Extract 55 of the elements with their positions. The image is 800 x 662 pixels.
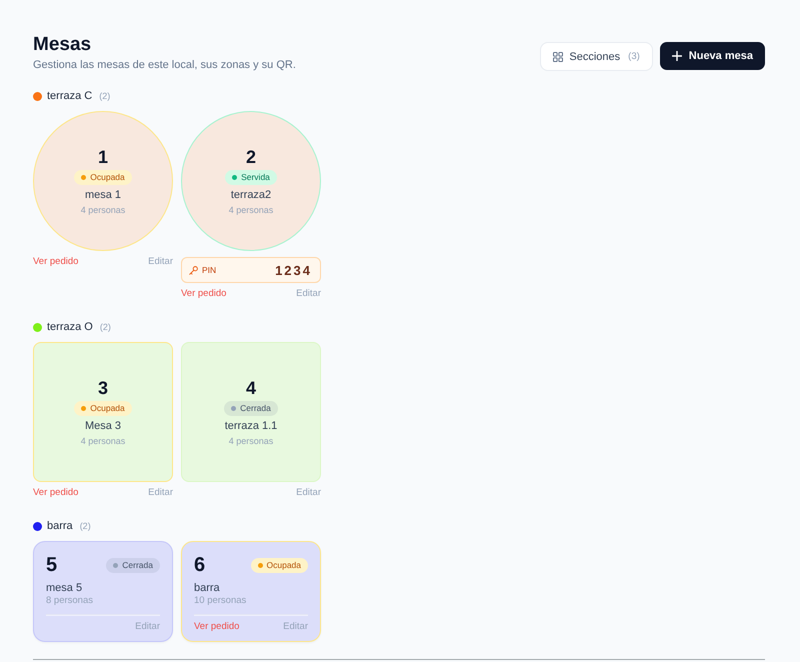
status-dot-icon xyxy=(258,562,262,568)
table-capacity: 10 personas xyxy=(194,595,248,607)
edit-link[interactable]: Editar xyxy=(135,621,160,633)
key-icon xyxy=(189,266,198,274)
sections-button[interactable]: Secciones (3) xyxy=(540,42,653,71)
view-order-link[interactable]: Ver pedido xyxy=(33,487,78,499)
edit-link[interactable]: Editar xyxy=(283,621,308,633)
table-number: 4 xyxy=(246,378,256,398)
edit-link[interactable]: Editar xyxy=(148,487,173,499)
section-count: (2) xyxy=(99,91,110,101)
table-name: mesa 5 xyxy=(46,581,84,595)
table-number: 3 xyxy=(98,378,108,398)
view-order-link[interactable]: Ver pedido xyxy=(194,621,240,633)
status-dot-icon xyxy=(232,174,238,180)
status-label: Ocupada xyxy=(90,403,125,413)
edit-link[interactable]: Editar xyxy=(148,256,173,268)
section-name: terraza C xyxy=(47,90,92,102)
status-dot-icon xyxy=(231,406,236,410)
status-dot-icon xyxy=(113,562,118,568)
section-name: barra xyxy=(47,520,73,532)
plus-icon xyxy=(672,51,682,61)
table-number: 6 xyxy=(194,553,206,577)
table-number: 5 xyxy=(46,553,58,577)
view-order-link[interactable]: Ver pedido xyxy=(181,288,226,300)
section-name: terraza O xyxy=(47,321,93,333)
grid-icon xyxy=(553,52,564,62)
edit-link[interactable]: Editar xyxy=(296,288,321,300)
table-capacity: 4 personas xyxy=(80,434,126,446)
edit-link[interactable]: Editar xyxy=(296,487,321,499)
table-capacity: 4 personas xyxy=(228,204,274,216)
pin-label: PIN xyxy=(202,265,216,275)
new-table-button[interactable]: Nueva mesa xyxy=(660,42,765,70)
page-subtitle: Gestiona las mesas de este local, sus zonas y su QR. xyxy=(33,58,296,72)
pin-code: 1234 xyxy=(275,262,312,278)
table-capacity: 4 personas xyxy=(80,204,126,216)
status-dot-icon xyxy=(81,174,86,180)
table-number: 2 xyxy=(246,146,256,166)
section-count: (2) xyxy=(100,322,111,332)
status-dot-icon xyxy=(81,406,86,410)
table-number: 1 xyxy=(98,146,108,166)
section-count: (2) xyxy=(80,521,91,531)
table-name: mesa 1 xyxy=(84,188,122,202)
table-name: terraza 1.1 xyxy=(224,418,278,432)
table-name: Mesa 3 xyxy=(84,418,122,432)
status-label: Cerrada xyxy=(240,403,271,413)
status-label: Cerrada xyxy=(122,560,153,570)
view-order-link[interactable]: Ver pedido xyxy=(33,256,78,268)
page-title: Mesas xyxy=(33,34,92,56)
status-label: Ocupada xyxy=(90,172,125,182)
status-label: Servida xyxy=(241,172,270,182)
status-label: Ocupada xyxy=(266,560,301,570)
table-capacity: 4 personas xyxy=(228,434,274,446)
table-name: terraza2 xyxy=(230,188,272,202)
table-name: barra xyxy=(194,581,221,595)
table-capacity: 8 personas xyxy=(46,595,94,607)
